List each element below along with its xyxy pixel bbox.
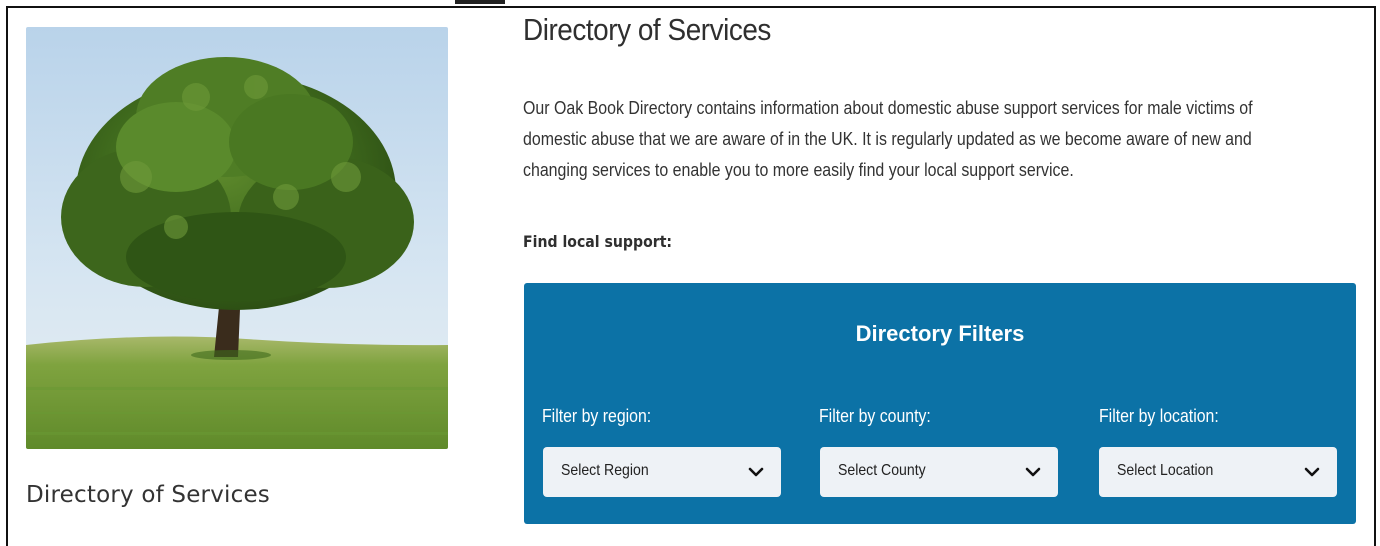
divider bbox=[455, 0, 505, 4]
directory-filters-panel: Directory Filters Filter by region: Sele… bbox=[524, 283, 1356, 524]
sidebar-title: Directory of Services bbox=[26, 482, 270, 508]
region-select-value: Select Region bbox=[561, 462, 649, 479]
location-filter-label: Filter by location: bbox=[1099, 406, 1219, 426]
location-select-value: Select Location bbox=[1117, 462, 1214, 479]
county-filter-label: Filter by county: bbox=[819, 406, 931, 426]
oak-tree-image bbox=[26, 27, 448, 449]
county-select[interactable]: Select County bbox=[820, 447, 1058, 497]
chevron-down-icon bbox=[748, 467, 764, 477]
region-filter-label: Filter by region: bbox=[542, 406, 652, 426]
county-select-value: Select County bbox=[838, 462, 926, 479]
directory-filters-title: Directory Filters bbox=[855, 321, 1025, 346]
intro-line: changing services to enable you to more … bbox=[523, 160, 1074, 180]
chevron-down-icon bbox=[1304, 467, 1320, 477]
region-select[interactable]: Select Region bbox=[543, 447, 781, 497]
chevron-down-icon bbox=[1025, 467, 1041, 477]
intro-line: domestic abuse that we are aware of in t… bbox=[523, 129, 1252, 149]
page-title: Directory of Services bbox=[523, 12, 771, 47]
location-select[interactable]: Select Location bbox=[1099, 447, 1337, 497]
intro-paragraph: Our Oak Book Directory contains informat… bbox=[523, 93, 1302, 186]
find-local-support-label: Find local support: bbox=[523, 232, 673, 251]
intro-line: Our Oak Book Directory contains informat… bbox=[523, 98, 1253, 118]
